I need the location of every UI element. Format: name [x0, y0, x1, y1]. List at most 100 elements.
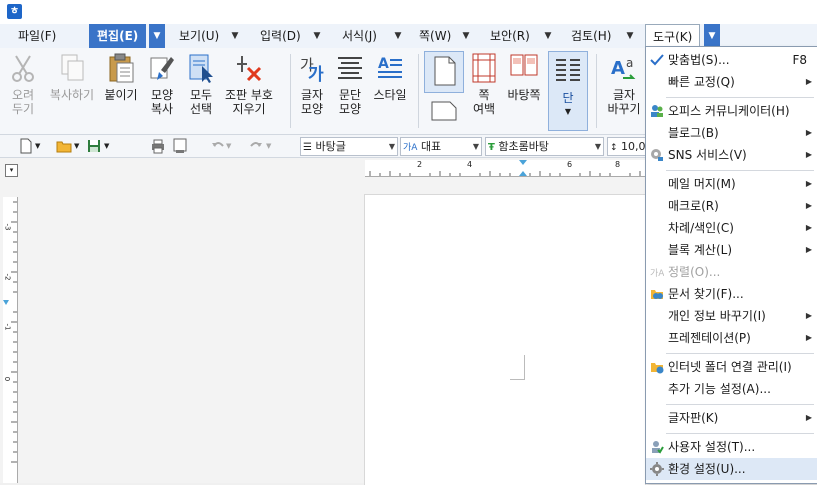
menu-item-label: 개인 정보 바꾸기(I) — [668, 309, 766, 323]
clear-symbols-button[interactable]: 조판 부호 지우기 — [221, 52, 277, 116]
menu-format[interactable]: 서식(J) — [342, 24, 377, 48]
undo-dropdown-arrow[interactable]: ▼ — [226, 138, 234, 154]
open-dropdown-arrow[interactable]: ▼ — [74, 138, 82, 154]
ruler-tick-label: -2 — [3, 273, 12, 281]
menu-review[interactable]: 검토(H) — [571, 24, 611, 48]
menu-page-arrow[interactable]: ▼ — [458, 24, 474, 48]
menu-item-keyboard[interactable]: 글자판(K) ▶ — [646, 407, 817, 429]
vertical-ruler[interactable]: -3 -2 -1 0 — [3, 197, 18, 483]
font-size-icon: ↕ — [610, 143, 618, 153]
menu-insert-arrow[interactable]: ▼ — [309, 24, 325, 48]
menu-page[interactable]: 쪽(W) — [419, 24, 451, 48]
menu-format-arrow[interactable]: ▼ — [390, 24, 406, 48]
ribbon: 오려 두기 복사하기 붙이기 모양 복사 모두 선택 조판 부호 지우기 가가 — [0, 48, 645, 135]
master-page-button[interactable]: 바탕쪽 — [504, 52, 544, 102]
para-shape-button[interactable]: 문단 모양 — [332, 52, 368, 116]
submenu-arrow-icon: ▶ — [805, 201, 812, 210]
communicator-icon — [650, 104, 664, 118]
clear-symbols-label: 조판 부호 지우기 — [225, 88, 273, 116]
cut-button[interactable]: 오려 두기 — [4, 52, 42, 116]
char-shape-button[interactable]: 가가 글자 모양 — [294, 52, 330, 116]
open-folder-icon[interactable] — [56, 138, 72, 154]
menu-item-user-settings[interactable]: 사용자 설정(T)... — [646, 436, 817, 458]
page-orientation-button[interactable] — [424, 51, 464, 93]
select-all-label: 모두 선택 — [189, 88, 213, 116]
font-language-combo[interactable]: 가A 대표 ▼ — [400, 137, 482, 156]
menu-insert[interactable]: 입력(D) — [260, 24, 301, 48]
paste-button[interactable]: 붙이기 — [101, 52, 141, 102]
menu-item-label: 빠른 교정(Q) — [668, 75, 735, 89]
style-button[interactable]: A 스타일 — [370, 52, 410, 102]
menu-item-label: 환경 설정(U)... — [668, 462, 746, 476]
menu-item-spellcheck[interactable]: 맞춤법(S)... F8 — [646, 49, 817, 71]
format-copy-label: 모양 복사 — [150, 88, 174, 116]
undo-icon[interactable] — [210, 138, 226, 154]
column-dropdown-arrow[interactable]: ▼ — [549, 105, 587, 119]
save-dropdown-arrow[interactable]: ▼ — [104, 138, 112, 154]
menu-item-macro[interactable]: 매크로(R) ▶ — [646, 195, 817, 217]
menu-item-sns[interactable]: SNS 서비스(V) ▶ — [646, 144, 817, 166]
menu-item-preferences[interactable]: 환경 설정(U)... — [646, 458, 817, 480]
paste-label: 붙이기 — [104, 88, 138, 102]
submenu-arrow-icon: ▶ — [805, 311, 812, 320]
menu-item-personal-info[interactable]: 개인 정보 바꾸기(I) ▶ — [646, 305, 817, 327]
menu-edit-arrow[interactable]: ▼ — [149, 24, 165, 48]
style-label: 스타일 — [373, 88, 407, 102]
ribbon-separator — [418, 54, 419, 128]
submenu-arrow-icon: ▶ — [805, 150, 812, 159]
select-all-button[interactable]: 모두 선택 — [183, 52, 219, 116]
menu-security[interactable]: 보안(R) — [490, 24, 530, 48]
new-dropdown-arrow[interactable]: ▼ — [35, 138, 43, 154]
menu-separator — [666, 353, 814, 354]
margin-button[interactable]: 쪽 여백 — [466, 52, 502, 116]
submenu-arrow-icon: ▶ — [805, 223, 812, 232]
menu-item-addons[interactable]: 추가 기능 설정(A)... — [646, 378, 817, 400]
menu-security-arrow[interactable]: ▼ — [540, 24, 556, 48]
style-combo[interactable]: ☰ 바탕글 ▼ — [300, 137, 398, 156]
menu-item-blog[interactable]: 블로그(B) ▶ — [646, 122, 817, 144]
menu-item-internet-folder[interactable]: 인터넷 폴더 연결 관리(I) — [646, 356, 817, 378]
menu-tools-arrow[interactable]: ▼ — [704, 24, 720, 48]
font-type-icon: Ŧ — [488, 142, 495, 153]
copy-button[interactable]: 복사하기 — [46, 52, 98, 102]
redo-dropdown-arrow[interactable]: ▼ — [266, 138, 274, 154]
app-icon[interactable]: ㅎ — [7, 4, 22, 19]
font-size-value: 10,0 — [621, 140, 646, 153]
font-size-combo[interactable]: ↕ 10,0 — [607, 137, 648, 156]
menu-item-quick-correct[interactable]: 빠른 교정(Q) ▶ — [646, 71, 817, 93]
chevron-down-icon: ▼ — [472, 142, 479, 151]
menu-item-mail-merge[interactable]: 메일 머지(M) ▶ — [646, 173, 817, 195]
save-icon[interactable] — [86, 138, 102, 154]
copy-icon — [57, 52, 87, 84]
submenu-arrow-icon: ▶ — [805, 413, 812, 422]
menu-view-arrow[interactable]: ▼ — [227, 24, 243, 48]
print-preview-icon[interactable] — [172, 138, 188, 154]
menu-item-office-communicator[interactable]: 오피스 커뮤니케이터(H) — [646, 100, 817, 122]
landscape-page-icon — [429, 98, 459, 122]
char-replace-label: 글자 바꾸기 — [607, 88, 641, 116]
font-combo[interactable]: Ŧ 함초롬바탕 ▼ — [485, 137, 604, 156]
new-document-icon[interactable] — [18, 138, 34, 154]
char-replace-button[interactable]: Aa 글자 바꾸기 — [602, 52, 646, 116]
ruler-corner-button[interactable]: ▾ — [5, 164, 18, 177]
horizontal-ruler[interactable]: 2 4 6 8 — [365, 160, 645, 177]
menu-item-toc-index[interactable]: 차례/색인(C) ▶ — [646, 217, 817, 239]
print-icon[interactable] — [150, 138, 166, 154]
redo-icon[interactable] — [248, 138, 264, 154]
document-page[interactable] — [365, 195, 645, 485]
menu-item-find-document[interactable]: 문서 찾기(F)... — [646, 283, 817, 305]
text-area-corner-mark — [510, 355, 525, 380]
font-language-icon: 가A — [403, 143, 418, 153]
copy-label: 복사하기 — [49, 88, 95, 102]
menu-review-arrow[interactable]: ▼ — [622, 24, 638, 48]
column-button[interactable]: 단 ▼ — [548, 51, 588, 131]
format-copy-button[interactable]: 모양 복사 — [143, 52, 181, 116]
menu-file[interactable]: 파일(F) — [18, 24, 56, 48]
svg-text:A: A — [611, 58, 625, 79]
menu-item-presentation[interactable]: 프레젠테이션(P) ▶ — [646, 327, 817, 349]
column-label: 단 — [562, 91, 574, 105]
menu-view[interactable]: 보기(U) — [179, 24, 219, 48]
menu-edit[interactable]: 편집(E) — [89, 24, 147, 48]
menu-item-block-calc[interactable]: 블록 계산(L) ▶ — [646, 239, 817, 261]
landscape-button[interactable] — [426, 98, 462, 126]
